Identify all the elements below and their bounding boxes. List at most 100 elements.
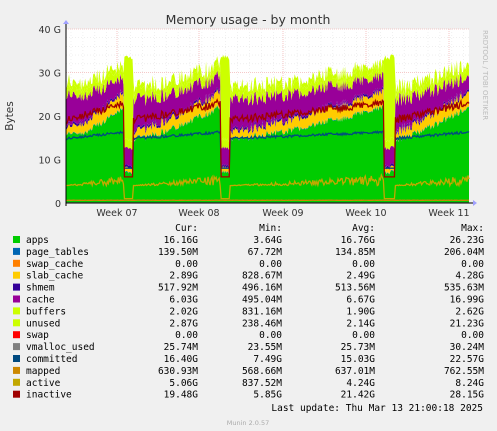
legend-value: 0.00 (352, 330, 375, 341)
legend-name: swap_cache (26, 259, 83, 270)
legend-value: 19.48G (164, 390, 199, 401)
chart-title: Memory usage - by month (166, 12, 331, 27)
legend-value: 8.24G (455, 378, 484, 389)
legend-value: 2.02G (169, 306, 198, 317)
legend-value: 568.66M (242, 366, 282, 377)
legend-value: 828.67M (242, 271, 282, 282)
legend-value: 21.23G (450, 318, 485, 329)
legend-value: 0.00 (175, 259, 198, 270)
legend-value: 139.50M (158, 247, 198, 258)
legend-swatch-inactive (13, 390, 20, 398)
legend-header: Min: (259, 223, 282, 234)
legend-value: 238.46M (242, 318, 282, 329)
legend-swatch-committed (13, 355, 20, 362)
legend-value: 637.01M (335, 366, 375, 377)
last-update: Last update: Thu Mar 13 21:00:18 2025 (271, 403, 483, 414)
legend-value: 2.14G (346, 318, 375, 329)
legend-value: 30.24M (450, 342, 485, 353)
legend-value: 67.72M (248, 247, 283, 258)
legend-value: 26.23G (450, 235, 485, 246)
legend-value: 25.74M (164, 342, 199, 353)
legend-swatch-mapped (13, 366, 20, 374)
legend-table: Cur: Min: Avg: Max: apps 16.16G 3.64G 16.76G 26.… (13, 223, 484, 401)
legend-value: 6.03G (169, 295, 198, 306)
legend-value: 0.00 (175, 330, 198, 341)
legend-value: 25.73M (341, 342, 376, 353)
x-axis-arrow (473, 200, 477, 206)
legend-value: 0.00 (461, 330, 484, 341)
legend-header: Cur: (175, 223, 198, 234)
legend-value: 16.40G (164, 354, 199, 365)
legend-value: 496.16M (242, 283, 282, 294)
rrdtool-watermark: RRDTOOL / TOBI OETIKER (481, 30, 489, 120)
x-tick-labels: Week 07 Week 08 Week 09 Week 10 Week 11 (96, 208, 469, 219)
legend-swatch-swap_cache (13, 259, 20, 267)
legend-value: 2.62G (455, 306, 484, 317)
y-tick-label: 20 G (39, 112, 61, 123)
x-tick-label: Week 08 (178, 208, 219, 219)
legend-value: 535.63M (444, 283, 484, 294)
legend-name: cache (26, 295, 55, 306)
legend-name: vmalloc_used (26, 342, 95, 353)
legend-swatch-buffers (13, 307, 20, 315)
x-tick-label: Week 07 (96, 208, 137, 219)
legend-value: 16.76G (341, 235, 376, 246)
legend-value: 23.55M (248, 342, 283, 353)
legend-swatch-swap (13, 331, 20, 339)
legend-value: 134.85M (335, 247, 375, 258)
x-tick-label: Week 09 (262, 208, 303, 219)
legend-name: swap (26, 330, 49, 341)
y-axis-label: Bytes (4, 101, 16, 130)
legend-value: 0.00 (352, 259, 375, 270)
legend-name: unused (26, 318, 60, 329)
legend-value: 517.92M (158, 283, 198, 294)
legend-value: 762.55M (444, 366, 484, 377)
memory-usage-chart: Memory usage - by month Bytes RRDTOOL / … (4, 12, 489, 427)
legend-value: 4.24G (346, 378, 375, 389)
legend-name: page_tables (26, 247, 89, 258)
legend-name: shmem (26, 283, 55, 294)
legend-value: 837.52M (242, 378, 282, 389)
legend-value: 2.89G (169, 271, 198, 282)
legend-value: 15.03G (341, 354, 376, 365)
legend-name: committed (26, 354, 77, 365)
legend-value: 3.64G (253, 235, 282, 246)
legend-name: buffers (26, 306, 66, 317)
legend-swatch-slab_cache (13, 271, 20, 279)
legend-swatch-apps (13, 236, 20, 243)
legend-value: 630.93M (158, 366, 198, 377)
legend-name: active (26, 378, 61, 389)
legend-name: mapped (26, 366, 60, 377)
legend-value: 0.00 (259, 259, 282, 270)
legend-value: 7.49G (253, 354, 282, 365)
x-tick-label: Week 10 (345, 208, 386, 219)
legend-swatch-page_tables (13, 247, 20, 255)
legend-value: 513.56M (335, 283, 375, 294)
legend-swatch-shmem (13, 283, 20, 291)
legend-name: apps (26, 235, 49, 246)
legend-swatch-cache (13, 295, 20, 303)
legend-value: 28.15G (450, 390, 485, 401)
legend-value: 5.85G (253, 390, 282, 401)
legend-value: 22.57G (450, 354, 485, 365)
legend-value: 16.99G (450, 295, 485, 306)
legend-value: 831.16M (242, 306, 282, 317)
legend-value: 2.87G (169, 318, 198, 329)
legend-swatch-active (13, 378, 20, 386)
y-tick-labels: 0 10 G 20 G 30 G 40 G (39, 25, 61, 210)
legend-value: 21.42G (341, 390, 376, 401)
y-tick-label: 0 (55, 199, 61, 210)
y-tick-label: 30 G (39, 69, 61, 80)
x-tick-label: Week 11 (428, 208, 469, 219)
y-tick-label: 40 G (39, 25, 61, 36)
legend-value: 16.16G (164, 235, 199, 246)
legend-header: Avg: (352, 223, 375, 234)
legend-value: 0.00 (259, 330, 282, 341)
legend-name: slab_cache (26, 271, 83, 282)
legend-value: 5.06G (169, 378, 198, 389)
y-tick-label: 10 G (39, 156, 61, 167)
legend-value: 6.67G (346, 295, 375, 306)
legend-value: 206.04M (444, 247, 484, 258)
legend-swatch-vmalloc_used (13, 343, 20, 351)
legend-value: 495.04M (242, 295, 282, 306)
